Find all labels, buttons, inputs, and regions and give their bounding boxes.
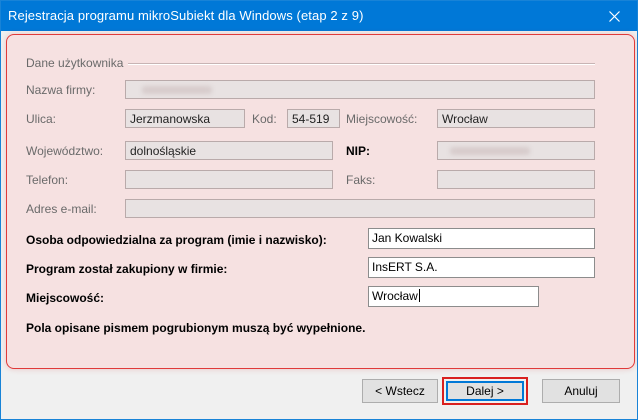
email-label: Adres e-mail: [26,202,97,216]
cancel-button[interactable]: Anuluj [542,379,620,403]
text-caret [418,289,420,302]
nip-label: NIP: [346,144,370,158]
company-field[interactable] [125,80,595,99]
postcode-label: Kod: [252,112,277,126]
province-label: Województwo: [26,144,104,158]
nip-field[interactable] [437,141,595,160]
fax-field[interactable] [437,170,595,189]
window-title: Rejestracja programu mikroSubiekt dla Wi… [8,8,364,23]
email-field[interactable] [125,199,595,218]
phone-field[interactable] [125,170,333,189]
responsible-label: Osoba odpowiedzialna za program (imie i … [26,233,327,247]
group-divider [128,63,595,65]
close-icon [608,10,620,22]
close-button[interactable] [591,1,637,31]
purchased-at-label: Program został zakupiony w firmie: [26,262,228,276]
back-button[interactable]: < Wstecz [362,379,438,403]
street-field[interactable]: Jerzmanowska [125,109,245,128]
group-legend: Dane użytkownika [26,56,124,70]
responsible-input[interactable]: Jan Kowalski [368,228,595,249]
place-label: Miejscowość: [26,291,105,305]
next-button[interactable]: Dalej > [446,381,524,401]
company-label: Nazwa firmy: [26,83,96,97]
title-bar: Rejestracja programu mikroSubiekt dla Wi… [1,1,637,31]
street-label: Ulica: [26,112,57,126]
fax-label: Faks: [346,173,376,187]
place-input[interactable]: Wrocław [368,286,539,307]
company-redacted [142,86,212,94]
place-value: Wrocław [372,289,418,303]
phone-label: Telefon: [26,173,69,187]
required-fields-note: Pola opisane pismem pogrubionym muszą by… [26,321,366,335]
nip-redacted [450,147,530,155]
purchased-at-input[interactable]: InsERT S.A. [368,257,595,278]
city-field[interactable]: Wrocław [437,109,595,128]
postcode-field[interactable]: 54-519 [287,109,340,128]
province-field[interactable]: dolnośląskie [125,141,333,160]
city-label: Miejscowość: [346,112,418,126]
